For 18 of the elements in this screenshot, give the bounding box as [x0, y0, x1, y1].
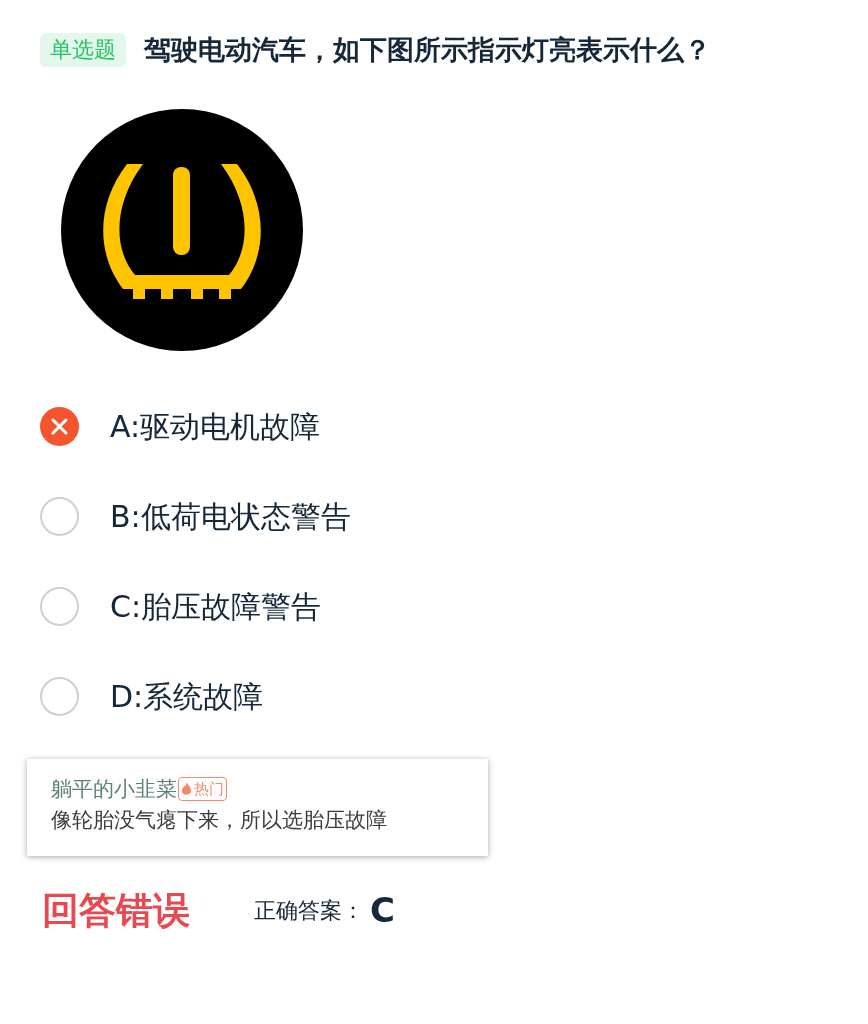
radio-button[interactable] — [40, 497, 79, 536]
question-type-badge: 单选题 — [40, 33, 126, 68]
correct-answer-label: 正确答案： — [254, 897, 364, 925]
flame-icon — [181, 781, 192, 796]
option-text: B:低荷电状态警告 — [110, 498, 351, 536]
radio-button[interactable] — [40, 677, 79, 716]
comment-text: 像轮胎没气瘪下来，所以选胎压故障 — [51, 806, 388, 834]
correct-answer: C — [370, 889, 395, 932]
result-verdict: 回答错误 — [42, 887, 190, 934]
option-text: C:胎压故障警告 — [110, 588, 322, 626]
option-text: D:系统故障 — [110, 678, 264, 716]
warning-light-icon — [61, 108, 303, 351]
radio-button[interactable] — [40, 587, 79, 626]
option-text: A:驱动电机故障 — [110, 408, 321, 446]
hot-badge-text: 热门 — [194, 778, 224, 800]
comment-username: 躺平的小韭菜 — [51, 775, 177, 803]
wrong-answer-icon[interactable] — [40, 407, 79, 446]
question-text: 驾驶电动汽车，如下图所示指示灯亮表示什么？ — [144, 33, 711, 67]
